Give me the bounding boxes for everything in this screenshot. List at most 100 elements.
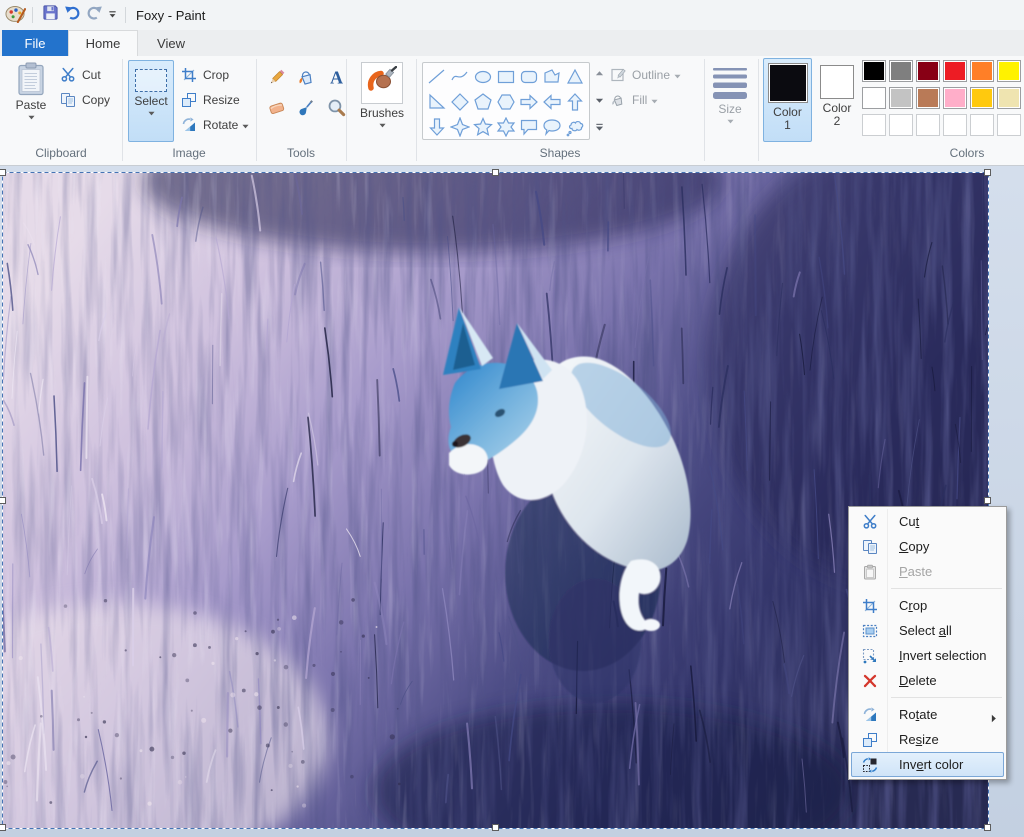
copy-icon [60, 92, 77, 109]
palette-swatch-fff200[interactable] [997, 60, 1021, 82]
crop-menu-item[interactable]: Crop [851, 593, 1004, 618]
inverted-fox-photo [3, 173, 988, 828]
selection-handle-middle-left[interactable] [0, 497, 6, 504]
submenu-arrow-icon [991, 711, 996, 726]
resize-menu-label: Resize [899, 732, 939, 747]
selection-handle-top-middle[interactable] [492, 169, 499, 176]
ribbon-tab-bar: File Home View [0, 30, 1024, 56]
select-all-menu-item[interactable]: Select all [851, 618, 1004, 643]
shapes-scroll-up-button[interactable] [592, 62, 606, 86]
eraser-tool-button[interactable] [262, 96, 290, 124]
palette-swatch-b97a57[interactable] [916, 87, 940, 109]
fill-bucket-tool-button[interactable] [292, 66, 320, 94]
cut-menu-item[interactable]: Cut [851, 509, 1004, 534]
copy-menu-item[interactable]: Copy [851, 534, 1004, 559]
palette-empty-slot[interactable] [970, 114, 994, 136]
fill-bucket-gray-icon [610, 92, 627, 109]
shape-star-4[interactable] [448, 114, 471, 139]
crop-button[interactable]: Crop [181, 64, 229, 86]
shape-pentagon[interactable] [471, 89, 494, 114]
crop-menu-label: Crop [899, 598, 928, 613]
palette-swatch-ff7f27[interactable] [970, 60, 994, 82]
shape-star-5[interactable] [471, 114, 494, 139]
shape-arrow-up[interactable] [563, 89, 586, 114]
invert-color-menu-item[interactable]: Invert color [851, 752, 1004, 777]
shape-rounded-rectangle[interactable] [517, 64, 540, 89]
menu-separator [851, 584, 1004, 593]
shape-right-triangle[interactable] [425, 89, 448, 114]
color-picker-tool-button[interactable] [292, 96, 320, 124]
shape-arrow-right[interactable] [517, 89, 540, 114]
delete-menu-item[interactable]: Delete [851, 668, 1004, 693]
palette-swatch-880015[interactable] [916, 60, 940, 82]
shapes-group-label: Shapes [539, 146, 581, 160]
selection-handle-bottom-middle[interactable] [492, 824, 499, 831]
paste-icon [17, 62, 45, 96]
paint-window: Foxy - Paint File Home View Paste Cut Co… [0, 0, 1024, 837]
shape-star-6[interactable] [494, 114, 517, 139]
brushes-button[interactable]: Brushes [354, 60, 410, 144]
paint-app-icon[interactable] [4, 4, 26, 26]
palette-swatch-ffffff[interactable] [862, 87, 886, 109]
selection-handle-middle-right[interactable] [984, 497, 991, 504]
palette-empty-slot[interactable] [862, 114, 886, 136]
palette-empty-slot[interactable] [889, 114, 913, 136]
customize-quick-access-button[interactable] [105, 7, 119, 23]
selection-handle-top-right[interactable] [984, 169, 991, 176]
tab-view[interactable]: View [138, 30, 204, 56]
select-button[interactable]: Select [128, 60, 174, 142]
shape-triangle[interactable] [563, 64, 586, 89]
shape-diamond[interactable] [448, 89, 471, 114]
shape-arrow-down[interactable] [425, 114, 448, 139]
redo-button[interactable] [83, 4, 105, 26]
canvas-image-fox[interactable] [0, 169, 991, 831]
palette-swatch-7f7f7f[interactable] [889, 60, 913, 82]
color1-button[interactable]: Color 1 [763, 58, 812, 142]
shape-rectangle[interactable] [494, 64, 517, 89]
palette-swatch-000000[interactable] [862, 60, 886, 82]
chevron-down-icon [378, 122, 386, 128]
eraser-icon [267, 98, 286, 122]
rotate-menu-item[interactable]: Rotate [851, 702, 1004, 727]
svg-text:A: A [330, 68, 343, 87]
shape-callout-oval[interactable] [540, 114, 563, 139]
copy-button[interactable]: Copy [60, 89, 110, 111]
palette-swatch-c3c3c3[interactable] [889, 87, 913, 109]
save-button[interactable] [39, 4, 61, 26]
invert-selection-menu-item[interactable]: Invert selection [851, 643, 1004, 668]
shape-hexagon[interactable] [494, 89, 517, 114]
cut-button[interactable]: Cut [60, 64, 101, 86]
shape-oval[interactable] [471, 64, 494, 89]
crop-icon [852, 598, 888, 614]
shape-callout-cloud[interactable] [563, 114, 586, 139]
selection-handle-top-left[interactable] [0, 169, 6, 176]
shape-curve[interactable] [448, 64, 471, 89]
shape-callout-rectangle[interactable] [517, 114, 540, 139]
palette-swatch-ed1c24[interactable] [943, 60, 967, 82]
outline-button[interactable]: Outline [610, 64, 681, 86]
palette-swatch-ffc90e[interactable] [970, 87, 994, 109]
palette-empty-slot[interactable] [943, 114, 967, 136]
shape-line[interactable] [425, 64, 448, 89]
shapes-more-button[interactable] [592, 116, 606, 140]
undo-button[interactable] [61, 4, 83, 26]
palette-empty-slot[interactable] [916, 114, 940, 136]
tab-file[interactable]: File [2, 30, 68, 56]
color2-button[interactable]: Color 2 [815, 58, 859, 142]
shapes-scroll-down-button[interactable] [592, 89, 606, 113]
rotate-button[interactable]: Rotate [181, 114, 249, 136]
shape-arrow-left[interactable] [540, 89, 563, 114]
size-button[interactable]: Size [706, 60, 754, 144]
resize-menu-item[interactable]: Resize [851, 727, 1004, 752]
tab-home[interactable]: Home [68, 30, 138, 56]
palette-empty-slot[interactable] [997, 114, 1021, 136]
selection-handle-bottom-left[interactable] [0, 824, 6, 831]
palette-swatch-ffaec9[interactable] [943, 87, 967, 109]
resize-button[interactable]: Resize [181, 89, 240, 111]
shape-fill-button[interactable]: Fill [610, 89, 658, 111]
selection-handle-bottom-right[interactable] [984, 824, 991, 831]
palette-swatch-efe4b0[interactable] [997, 87, 1021, 109]
paste-button[interactable]: Paste [8, 60, 54, 142]
shape-polygon[interactable] [540, 64, 563, 89]
pencil-tool-button[interactable] [262, 66, 290, 94]
